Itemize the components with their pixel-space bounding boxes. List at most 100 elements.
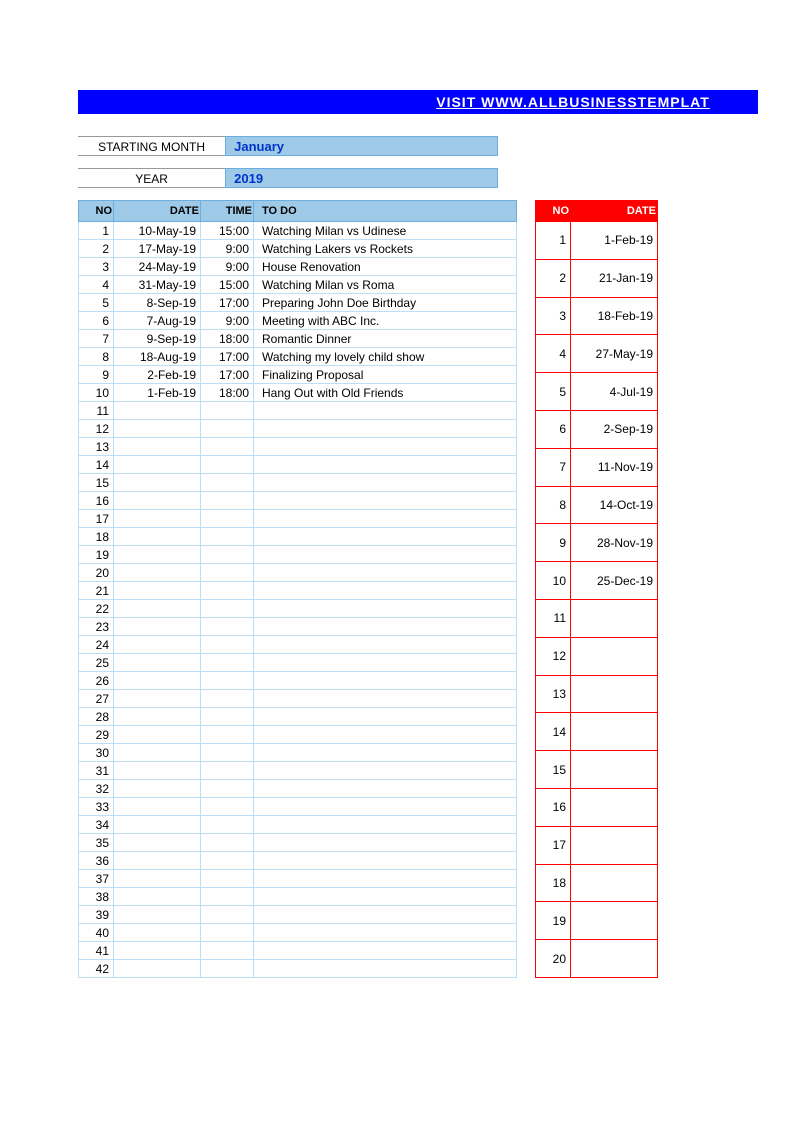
todo-cell-todo[interactable]: Meeting with ABC Inc. — [254, 312, 517, 330]
date-cell-no[interactable]: 19 — [536, 902, 571, 940]
todo-cell-date[interactable]: 7-Aug-19 — [114, 312, 201, 330]
todo-cell-todo[interactable]: Watching Milan vs Roma — [254, 276, 517, 294]
todo-cell-date[interactable] — [114, 762, 201, 780]
todo-cell-todo[interactable] — [254, 942, 517, 960]
todo-cell-todo[interactable] — [254, 834, 517, 852]
todo-cell-todo[interactable]: Watching my lovely child show — [254, 348, 517, 366]
todo-cell-date[interactable]: 9-Sep-19 — [114, 330, 201, 348]
date-cell-no[interactable]: 9 — [536, 524, 571, 562]
todo-cell-time[interactable] — [201, 618, 254, 636]
date-cell-date[interactable]: 1-Feb-19 — [571, 222, 658, 260]
todo-cell-todo[interactable]: Watching Milan vs Udinese — [254, 222, 517, 240]
todo-cell-no[interactable]: 12 — [79, 420, 114, 438]
todo-cell-time[interactable] — [201, 924, 254, 942]
todo-cell-no[interactable]: 3 — [79, 258, 114, 276]
todo-cell-no[interactable]: 10 — [79, 384, 114, 402]
date-cell-date[interactable] — [571, 599, 658, 637]
todo-cell-todo[interactable] — [254, 456, 517, 474]
todo-cell-date[interactable] — [114, 528, 201, 546]
todo-cell-todo[interactable] — [254, 402, 517, 420]
date-cell-no[interactable]: 16 — [536, 788, 571, 826]
todo-cell-no[interactable]: 16 — [79, 492, 114, 510]
todo-cell-date[interactable] — [114, 672, 201, 690]
todo-cell-time[interactable]: 17:00 — [201, 348, 254, 366]
date-cell-date[interactable] — [571, 864, 658, 902]
date-cell-date[interactable] — [571, 713, 658, 751]
todo-cell-time[interactable]: 15:00 — [201, 222, 254, 240]
date-cell-no[interactable]: 18 — [536, 864, 571, 902]
year-value[interactable]: 2019 — [225, 168, 498, 188]
todo-cell-time[interactable] — [201, 564, 254, 582]
todo-cell-no[interactable]: 39 — [79, 906, 114, 924]
todo-cell-time[interactable] — [201, 852, 254, 870]
todo-cell-no[interactable]: 14 — [79, 456, 114, 474]
date-cell-no[interactable]: 6 — [536, 410, 571, 448]
todo-cell-no[interactable]: 33 — [79, 798, 114, 816]
todo-cell-time[interactable] — [201, 654, 254, 672]
date-cell-no[interactable]: 10 — [536, 562, 571, 600]
todo-cell-todo[interactable] — [254, 510, 517, 528]
todo-cell-todo[interactable] — [254, 546, 517, 564]
todo-cell-time[interactable] — [201, 960, 254, 978]
todo-cell-no[interactable]: 7 — [79, 330, 114, 348]
todo-cell-no[interactable]: 18 — [79, 528, 114, 546]
todo-cell-todo[interactable]: Romantic Dinner — [254, 330, 517, 348]
todo-cell-time[interactable] — [201, 456, 254, 474]
todo-cell-time[interactable] — [201, 510, 254, 528]
todo-cell-no[interactable]: 30 — [79, 744, 114, 762]
todo-cell-no[interactable]: 2 — [79, 240, 114, 258]
todo-cell-date[interactable] — [114, 816, 201, 834]
todo-cell-todo[interactable] — [254, 924, 517, 942]
todo-cell-date[interactable] — [114, 510, 201, 528]
todo-cell-no[interactable]: 32 — [79, 780, 114, 798]
todo-cell-todo[interactable] — [254, 888, 517, 906]
date-cell-date[interactable]: 27-May-19 — [571, 335, 658, 373]
todo-cell-date[interactable]: 10-May-19 — [114, 222, 201, 240]
todo-cell-date[interactable]: 2-Feb-19 — [114, 366, 201, 384]
date-cell-date[interactable] — [571, 637, 658, 675]
date-cell-date[interactable] — [571, 940, 658, 978]
todo-cell-time[interactable] — [201, 690, 254, 708]
todo-cell-date[interactable] — [114, 402, 201, 420]
todo-cell-date[interactable] — [114, 888, 201, 906]
todo-cell-time[interactable] — [201, 420, 254, 438]
todo-cell-date[interactable] — [114, 492, 201, 510]
todo-cell-time[interactable] — [201, 708, 254, 726]
date-cell-no[interactable]: 15 — [536, 751, 571, 789]
todo-cell-no[interactable]: 38 — [79, 888, 114, 906]
todo-cell-no[interactable]: 5 — [79, 294, 114, 312]
todo-cell-todo[interactable] — [254, 438, 517, 456]
date-cell-date[interactable]: 11-Nov-19 — [571, 448, 658, 486]
date-cell-date[interactable] — [571, 675, 658, 713]
todo-cell-todo[interactable]: Watching Lakers vs Rockets — [254, 240, 517, 258]
todo-cell-time[interactable]: 9:00 — [201, 240, 254, 258]
todo-cell-date[interactable] — [114, 564, 201, 582]
todo-cell-date[interactable] — [114, 618, 201, 636]
date-cell-date[interactable]: 25-Dec-19 — [571, 562, 658, 600]
todo-cell-time[interactable] — [201, 726, 254, 744]
todo-cell-date[interactable] — [114, 852, 201, 870]
todo-cell-date[interactable] — [114, 546, 201, 564]
date-cell-no[interactable]: 2 — [536, 259, 571, 297]
todo-cell-time[interactable]: 15:00 — [201, 276, 254, 294]
todo-cell-no[interactable]: 6 — [79, 312, 114, 330]
todo-cell-todo[interactable] — [254, 708, 517, 726]
todo-cell-time[interactable]: 18:00 — [201, 330, 254, 348]
date-cell-date[interactable] — [571, 751, 658, 789]
todo-cell-no[interactable]: 22 — [79, 600, 114, 618]
todo-cell-time[interactable]: 18:00 — [201, 384, 254, 402]
todo-cell-date[interactable] — [114, 636, 201, 654]
date-cell-date[interactable] — [571, 826, 658, 864]
todo-cell-date[interactable] — [114, 924, 201, 942]
todo-cell-todo[interactable] — [254, 618, 517, 636]
todo-cell-date[interactable]: 31-May-19 — [114, 276, 201, 294]
todo-cell-no[interactable]: 27 — [79, 690, 114, 708]
todo-cell-todo[interactable] — [254, 582, 517, 600]
todo-cell-todo[interactable] — [254, 798, 517, 816]
todo-cell-time[interactable] — [201, 636, 254, 654]
todo-cell-no[interactable]: 19 — [79, 546, 114, 564]
todo-cell-date[interactable]: 18-Aug-19 — [114, 348, 201, 366]
date-cell-no[interactable]: 11 — [536, 599, 571, 637]
todo-cell-no[interactable]: 15 — [79, 474, 114, 492]
todo-cell-no[interactable]: 25 — [79, 654, 114, 672]
